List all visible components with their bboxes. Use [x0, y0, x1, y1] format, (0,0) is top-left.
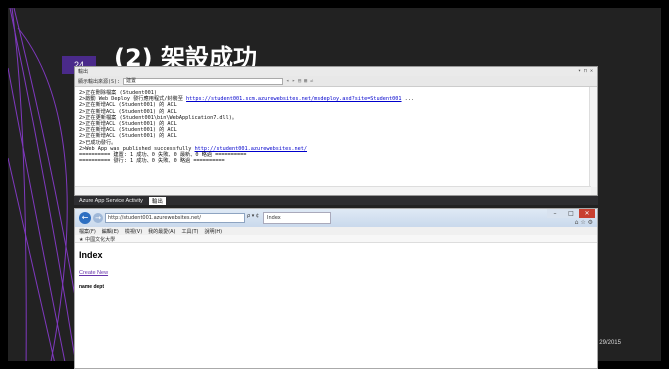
output-panel-title: 輸出 ▾ ⊓ ✕	[75, 67, 597, 76]
forward-button[interactable]: →	[93, 213, 103, 223]
horizontal-scrollbar[interactable]	[75, 186, 591, 195]
close-button[interactable]: ✕	[579, 209, 595, 218]
web-page: Index Create New name dept	[75, 243, 597, 294]
favorites-item[interactable]: 中國文化大學	[85, 237, 115, 243]
output-link[interactable]: http://student001.azurewebsites.net/	[195, 146, 307, 152]
page-heading: Index	[79, 250, 103, 260]
menu-item[interactable]: 工具(T)	[182, 228, 199, 235]
browser-toolbar: ← → http://student001.azurewebsites.net/…	[75, 209, 597, 227]
menu-item[interactable]: 檔案(F)	[79, 228, 96, 235]
favorites-bar: ★ 中國文化大學	[75, 235, 597, 243]
menu-item[interactable]: 檢視(V)	[125, 228, 142, 235]
source-label: 顯示輸出來源(S):	[78, 78, 121, 85]
panel-controls[interactable]: ▾ ⊓ ✕	[578, 68, 593, 74]
source-select[interactable]: 建置	[123, 77, 284, 85]
output-toolbar: 顯示輸出來源(S): 建置 ◂ ▸ ▤ ▦ ⇌	[75, 76, 597, 87]
tab-output[interactable]: 輸出	[148, 196, 166, 205]
output-text[interactable]: 2>正在刪除檔案 (Student001) 2>啟動 Web Deploy 發行應…	[75, 87, 591, 187]
browser-window: ← → http://student001.azurewebsites.net/…	[74, 208, 598, 369]
back-button[interactable]: ←	[79, 212, 91, 224]
address-bar[interactable]: http://student001.azurewebsites.net/	[105, 213, 245, 223]
browser-tab[interactable]: Index	[263, 212, 331, 224]
menu-item[interactable]: 我的最愛(A)	[148, 228, 175, 235]
output-link[interactable]: https://student001.scm.azurewebsites.net…	[186, 96, 402, 102]
output-tabs: Azure App Service Activity 輸出	[74, 196, 598, 205]
slide-date: 29/2015	[599, 340, 621, 346]
home-star-gear-icons[interactable]: ⌂ ☆ ⚙	[575, 219, 593, 226]
window-controls: – □ ✕	[547, 209, 595, 218]
vs-output-window: 輸出 ▾ ⊓ ✕ 顯示輸出來源(S): 建置 ◂ ▸ ▤ ▦ ⇌ 2>正在刪除檔…	[74, 66, 598, 196]
browser-menu-bar: 檔案(F) 編輯(E) 檢視(V) 我的最愛(A) 工具(T) 說明(H)	[75, 227, 597, 235]
table-header: name dept	[79, 284, 105, 290]
menu-item[interactable]: 編輯(E)	[102, 228, 119, 235]
output-line: ========== 發行: 1 成功、0 失敗、0 略過 ==========	[79, 158, 225, 165]
tab-azure-activity[interactable]: Azure App Service Activity	[76, 198, 146, 204]
address-controls[interactable]: ρ ▾ ¢	[247, 213, 259, 219]
toolbar-buttons[interactable]: ◂ ▸ ▤ ▦ ⇌	[286, 78, 313, 84]
minimize-button[interactable]: –	[547, 209, 563, 218]
maximize-button[interactable]: □	[563, 209, 579, 218]
menu-item[interactable]: 說明(H)	[204, 228, 222, 235]
vertical-scrollbar[interactable]	[589, 87, 597, 187]
create-new-link[interactable]: Create New	[79, 270, 593, 276]
